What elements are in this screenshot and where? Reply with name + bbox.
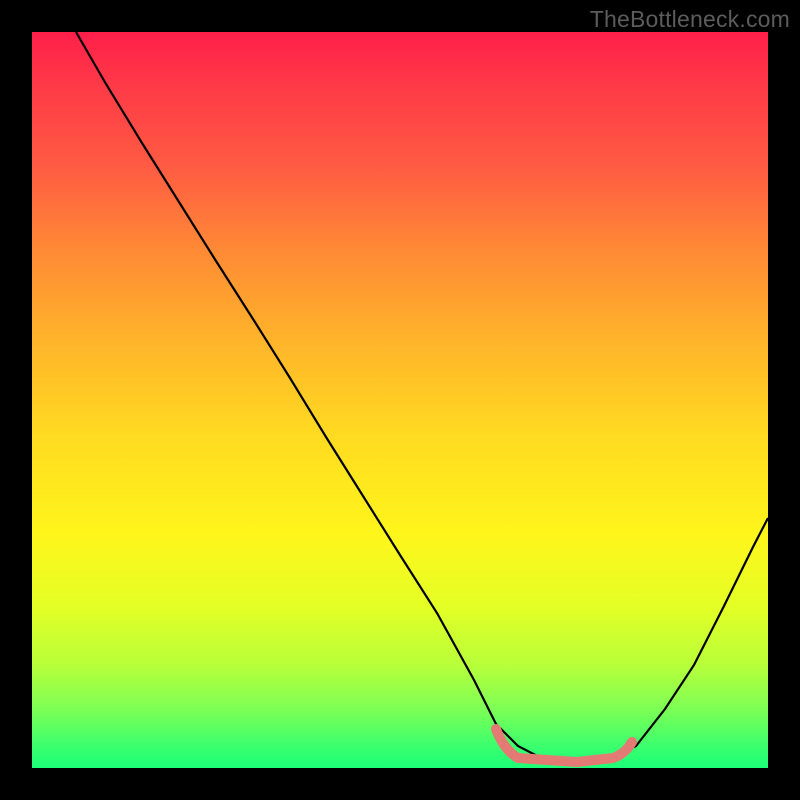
plot-area (32, 32, 768, 768)
curve-svg (32, 32, 768, 768)
watermark-text: TheBottleneck.com (590, 6, 790, 33)
chart-frame: TheBottleneck.com (0, 0, 800, 800)
bottleneck-curve-path (76, 32, 768, 761)
